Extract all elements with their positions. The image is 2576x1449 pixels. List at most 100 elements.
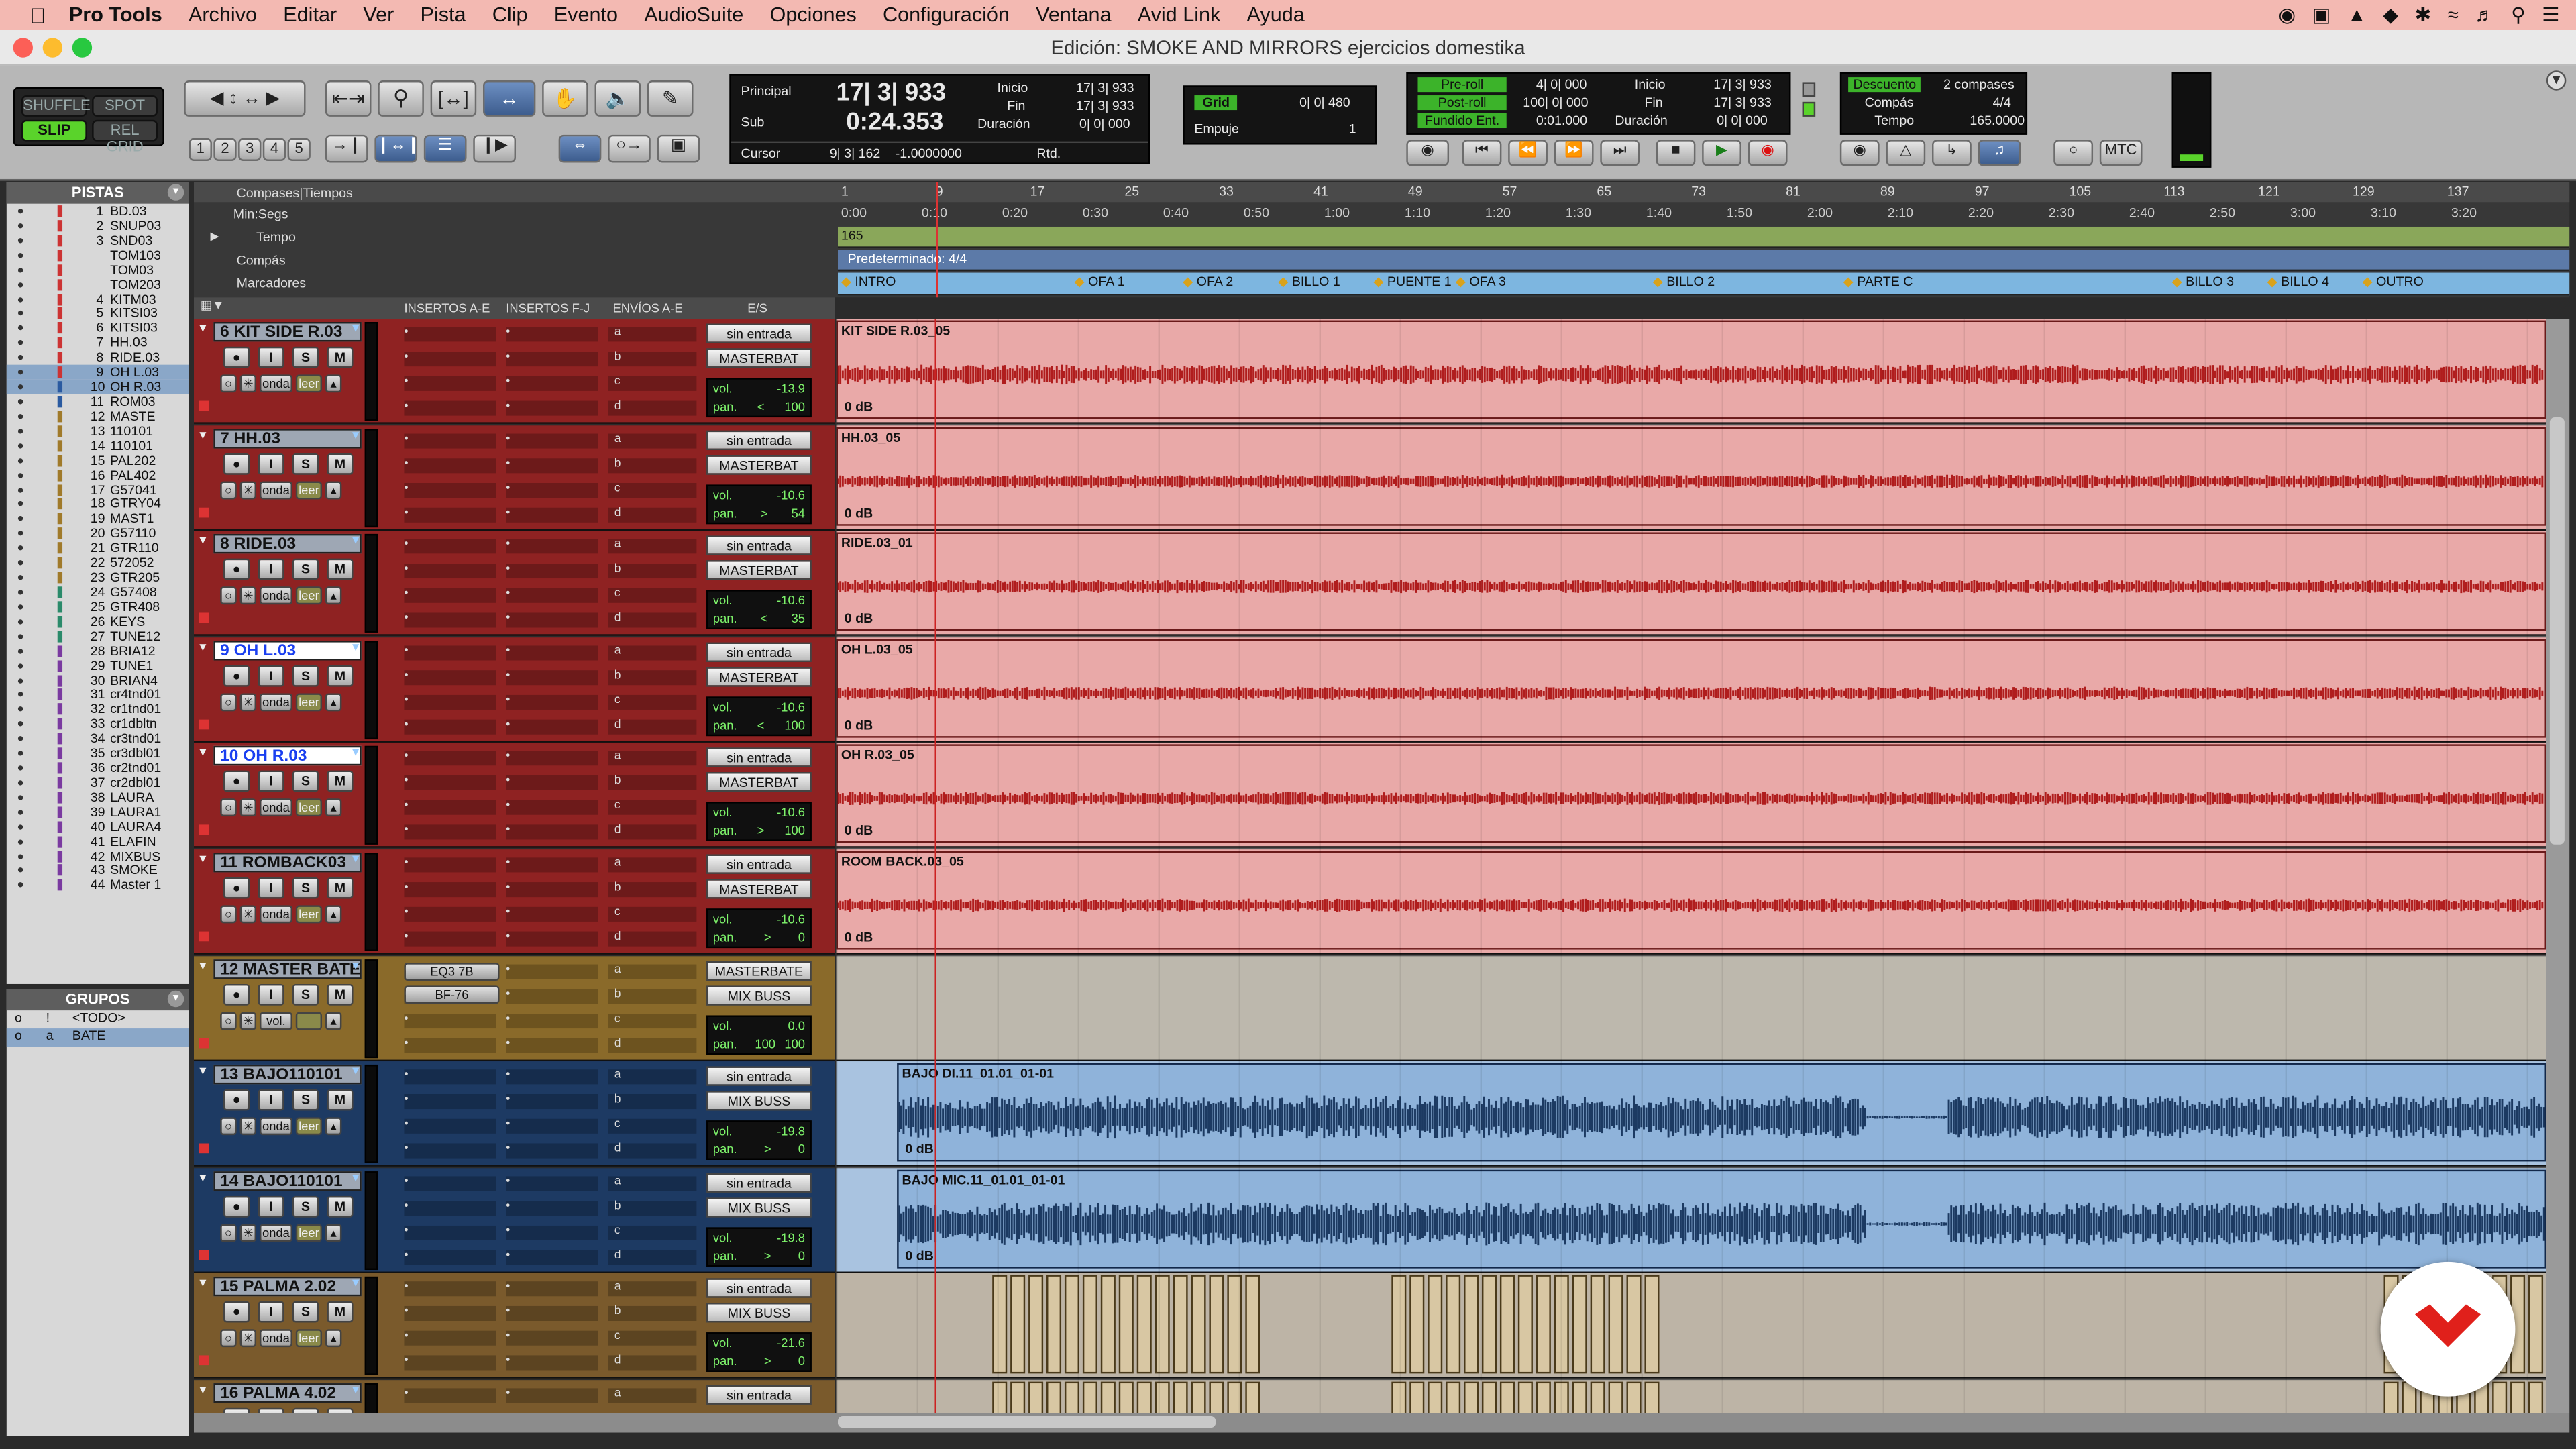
track-select-icon[interactable]: ▼ [197, 642, 209, 653]
insert-slot[interactable]: • [506, 352, 598, 367]
vertical-scrollbar[interactable] [2546, 319, 2570, 1413]
insert-slot[interactable]: • [404, 669, 496, 685]
insert-slot[interactable]: • [506, 963, 598, 979]
tracks-list-item[interactable]: 28 BRIA12 [7, 643, 189, 658]
input-selector[interactable]: sin entrada [706, 535, 812, 556]
link-track-edit-button[interactable]: ☰ [423, 134, 467, 163]
insert-slot[interactable]: • [404, 564, 496, 579]
marker-label[interactable]: ◆ OFA 3 [1456, 274, 1506, 289]
tracks-list-item[interactable]: 40 LAURA4 [7, 819, 189, 834]
send-slot[interactable]: b [608, 1306, 697, 1322]
record-enable-button[interactable]: ● [223, 983, 250, 1005]
insert-slot[interactable]: • [404, 645, 496, 661]
view-menu-icon[interactable]: ▦▼ [201, 297, 225, 312]
track-lane[interactable]: HH.03_05 0 dB [836, 425, 2546, 531]
send-slot[interactable]: a [608, 539, 697, 554]
pan-value[interactable]: 0 [798, 1352, 805, 1371]
groups-menu-icon[interactable]: ▼ [167, 990, 184, 1008]
input-selector[interactable]: sin entrada [706, 748, 812, 768]
record-enable-button[interactable]: ● [223, 877, 250, 899]
elastic-button[interactable]: ✳ [239, 1224, 257, 1242]
track-view-selector[interactable]: onda [259, 1117, 292, 1136]
insert-slot[interactable]: • [404, 588, 496, 604]
send-slot[interactable]: b [608, 669, 697, 685]
send-slot[interactable]: a [608, 1388, 697, 1403]
insert-slot[interactable]: • [404, 1119, 496, 1134]
close-window-icon[interactable] [13, 38, 33, 58]
audio-region[interactable]: OH L.03_05 0 dB [836, 639, 2546, 738]
track-visible-icon[interactable] [17, 736, 23, 741]
insert-slot[interactable]: • [404, 612, 496, 628]
insert-slot[interactable]: • [404, 882, 496, 898]
track-name-field[interactable]: 9 OH L.03 [213, 640, 362, 661]
elastic-button[interactable]: ✳ [239, 1011, 257, 1030]
playlist-button[interactable]: ○ [220, 1117, 237, 1136]
record-enable-button[interactable]: ● [223, 346, 250, 368]
send-slot[interactable]: c [608, 1331, 697, 1346]
tracks-list-item[interactable]: 33 cr1dbltn [7, 716, 189, 731]
track-lane[interactable]: KIT SIDE R.03_05 0 dB [836, 319, 2546, 424]
tracks-list-item[interactable]: 5 KITSI03 [7, 307, 189, 321]
track-menu-icon[interactable]: ▼ [350, 961, 362, 972]
send-slot[interactable]: d [608, 719, 697, 735]
pan-value[interactable]: 100 [755, 1034, 775, 1053]
menu-list-icon[interactable]: ☰ [2542, 3, 2559, 26]
audio-region[interactable]: HH.03_05 0 dB [836, 426, 2546, 525]
tracks-list-item[interactable]: 35 cr3dbl01 [7, 746, 189, 761]
clap-region[interactable] [1391, 1275, 1407, 1375]
track-visible-icon[interactable] [17, 355, 23, 360]
track-view-selector[interactable]: onda [259, 586, 292, 605]
pencil-tool[interactable]: ✎ [647, 80, 694, 117]
insert-slot[interactable]: • [506, 1143, 598, 1159]
countoff-toggle[interactable]: Descuento [1848, 77, 1921, 93]
markers-ruler[interactable]: ◆ INTRO ◆ OFA 1 ◆ OFA 2 ◆ BILLO 1 ◆ PUENTE 1… [837, 272, 2570, 296]
vertical-scroll-thumb[interactable] [2549, 417, 2565, 845]
volume-value[interactable]: -10.6 [777, 910, 805, 928]
insert-slot[interactable]: • [506, 1094, 598, 1110]
group-item[interactable]: o a BATE [6, 1028, 189, 1047]
volume-pan-display[interactable]: vol. 0.0 pan. 100 100 [706, 1014, 812, 1055]
input-selector[interactable]: sin entrada [706, 1173, 812, 1193]
clap-region[interactable] [1608, 1275, 1623, 1375]
wait-for-note-button[interactable]: ♫ [1978, 140, 2021, 166]
insert-slot[interactable]: • [404, 1143, 496, 1159]
menu-audiosuite[interactable]: AudioSuite [631, 3, 757, 26]
automation-mode-selector[interactable]: leer [295, 586, 323, 605]
tracks-list-item[interactable]: 41 ELAFIN [7, 834, 189, 849]
clap-region[interactable] [1626, 1381, 1642, 1413]
clap-region[interactable] [1446, 1275, 1461, 1375]
clap-region[interactable] [1464, 1381, 1479, 1413]
track-visible-icon[interactable] [17, 311, 23, 317]
insert-slot[interactable]: • [404, 539, 496, 554]
track-view-selector[interactable]: vol. [259, 1011, 292, 1030]
input-monitor-button[interactable]: I [258, 1407, 284, 1413]
slip-button[interactable]: SLIP [21, 119, 87, 142]
zoom-preset-4[interactable]: 4 [262, 138, 286, 162]
tracks-list-item[interactable]: 37 cr2dbl01 [7, 775, 189, 790]
input-selector[interactable]: sin entrada [706, 1385, 812, 1405]
send-slot[interactable]: c [608, 1119, 697, 1134]
menu-ventana[interactable]: Ventana [1023, 3, 1125, 26]
insert-slot[interactable]: • [404, 1037, 496, 1053]
tracks-list-item[interactable]: 38 LAURA [7, 790, 189, 805]
insert-slot[interactable]: • [404, 1306, 496, 1322]
record-enable-button[interactable]: ● [223, 1089, 250, 1111]
send-slot[interactable]: a [608, 645, 697, 661]
playlist-button[interactable]: ○ [220, 1330, 237, 1348]
tracks-list-item[interactable]: 8 RIDE.03 [7, 350, 189, 365]
insert-slot[interactable]: • [506, 458, 598, 473]
tracks-list-item[interactable]: 2 SNUP03 [7, 219, 189, 233]
volume-pan-display[interactable]: vol. -19.8 pan. >0 [706, 1226, 812, 1267]
send-slot[interactable]: b [608, 775, 697, 791]
send-slot[interactable]: d [608, 825, 697, 841]
insert-slot[interactable]: • [506, 857, 598, 873]
clap-region[interactable] [1409, 1381, 1425, 1413]
clap-region[interactable] [1155, 1275, 1170, 1375]
insert-slot[interactable]: • [506, 433, 598, 448]
insert-slot[interactable]: • [506, 694, 598, 710]
stop-button[interactable]: ■ [1656, 140, 1696, 166]
send-slot[interactable]: c [608, 1013, 697, 1028]
clap-region[interactable] [1118, 1381, 1134, 1413]
clap-region[interactable] [1082, 1275, 1097, 1375]
insertion-follows-button[interactable]: ❙▶ [473, 134, 516, 163]
